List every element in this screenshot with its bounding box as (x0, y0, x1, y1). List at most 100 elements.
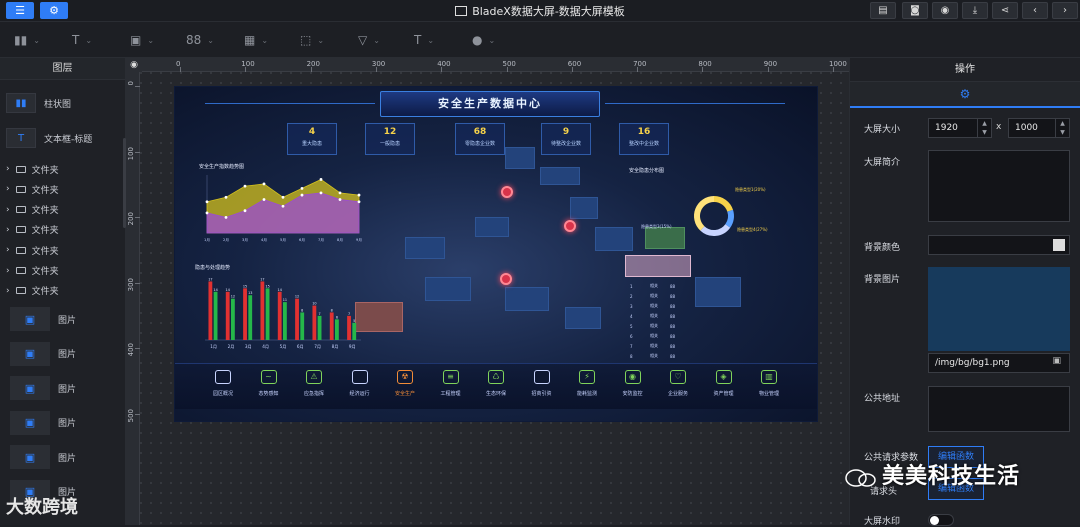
table-cell: 1 (630, 283, 633, 289)
layer-folder[interactable]: › 文件夹 (0, 179, 126, 199)
number-tool[interactable]: 88 ⌄ (186, 33, 214, 47)
intro-textarea[interactable] (928, 150, 1070, 222)
preview-button[interactable]: ◉ (932, 2, 958, 19)
notes-icon: ▤ (878, 5, 888, 16)
filter-tool[interactable]: ▽ ⌄ (358, 33, 380, 47)
watermark-toggle[interactable] (928, 514, 954, 526)
width-stepper[interactable]: ▲ ▼ (977, 119, 991, 137)
back-button[interactable]: ‹ (1022, 2, 1048, 19)
color-swatch-icon[interactable] (1053, 239, 1065, 251)
bar-value-label: 17 (260, 277, 264, 281)
nav-item[interactable]: ≡ 工程管理 (431, 370, 471, 397)
bg-image-preview[interactable] (928, 267, 1070, 351)
table-row: 1 相关 88 (630, 281, 690, 291)
layer-item[interactable]: T 文本框-标题 (0, 125, 126, 151)
folder-label: 文件夹 (31, 226, 59, 237)
table-cell: 3 (630, 303, 633, 309)
bar-chart-tool[interactable]: ▮▮ ⌄ (14, 33, 40, 47)
layer-folder[interactable]: › 文件夹 (0, 220, 126, 240)
pie-label: 隐患类型4(27%) (737, 227, 768, 232)
frame-tool[interactable]: ⬚ ⌄ (300, 33, 324, 47)
bar-x-label: 9月 (349, 344, 356, 350)
image-icon[interactable]: ▣ (1052, 356, 1061, 366)
height-stepper[interactable]: ▲ ▼ (1055, 119, 1069, 137)
nav-item[interactable]: ⚡ 能耗监测 (567, 370, 607, 397)
screenshot-button[interactable]: ◙ (902, 2, 928, 19)
nav-item[interactable]: ☢ 安全生产 (385, 370, 425, 397)
bar-chart-title: 隐患与处理趋势 (195, 265, 231, 271)
layer-image[interactable]: ▣ 图片 (10, 410, 126, 436)
nav-item[interactable]: ◈ 资产管理 (704, 370, 744, 397)
folder-icon (15, 267, 26, 274)
nav-label: 安全生产 (394, 391, 415, 397)
folder-icon (15, 206, 26, 214)
folder-label: 文件夹 (31, 267, 59, 277)
text-tool[interactable]: T ⌄ (72, 33, 92, 47)
table-cell: 2 (630, 293, 633, 299)
layer-folder[interactable]: › 文件夹 (0, 200, 126, 220)
public-addr-textarea[interactable] (928, 386, 1070, 432)
layer-folder[interactable]: › 文件夹 (0, 261, 126, 281)
height-input[interactable]: 1000 ▲ ▼ (1008, 118, 1070, 138)
layer-label: 柱状图 (44, 99, 72, 110)
nav-item[interactable]: 园区概况 (203, 370, 243, 397)
ruler-h-label: 1000 (829, 60, 847, 68)
area-point (281, 195, 285, 199)
layer-folder[interactable]: › 文件夹 (0, 240, 126, 260)
nav-label: 招商引资 (531, 391, 552, 397)
table-cell: 相关 (650, 293, 658, 298)
ruler-h-label: 200 (306, 60, 320, 68)
settings-tab[interactable]: ⚙ (850, 82, 1080, 108)
share-button[interactable]: ⋖ (992, 2, 1018, 19)
layer-image[interactable]: ▣ 图片 (10, 375, 126, 401)
nav-item[interactable]: 经济运行 (340, 370, 380, 397)
bar-value-label: 5 (353, 319, 355, 323)
ruler-h-label: 100 (241, 60, 255, 68)
alert-marker[interactable] (500, 273, 512, 285)
building-block (595, 227, 633, 251)
nav-item[interactable]: ◉ 安防监控 (613, 370, 653, 397)
nav-item[interactable]: ⚠ 应急指挥 (294, 370, 334, 397)
bar-value-label: 7 (348, 312, 350, 316)
notes-button[interactable]: ▤ (870, 2, 896, 19)
width-input[interactable]: 1920 ▲ ▼ (928, 118, 992, 138)
data-table: 1 相关 88 2 相关 88 3 相关 88 4 相关 88 5 相关 88 6 相关 88 7 相关 88 8 相关 88 (630, 281, 690, 361)
toggle-knob (930, 516, 939, 525)
image-tool[interactable]: ▣ ⌄ (130, 33, 154, 47)
ruler-toggle-eye-icon[interactable]: ◉ (126, 58, 142, 72)
info-tool[interactable]: ● ⌄ (472, 33, 495, 47)
alert-marker[interactable] (501, 186, 513, 198)
height-value: 1000 (1015, 123, 1038, 133)
format-tool[interactable]: T ⌄ (414, 33, 434, 47)
folder-icon (15, 287, 26, 295)
bg-image-path-input[interactable]: /img/bg/bg1.png ▣ (928, 353, 1070, 373)
image-label: 图片 (58, 350, 77, 360)
nav-label: 企业服务 (667, 391, 688, 397)
forward-button[interactable]: › (1052, 2, 1078, 19)
area-point (243, 209, 247, 213)
selected-highlight-box[interactable] (625, 255, 691, 277)
dashboard-board[interactable]: 安全生产数据中心 4 重大隐患 12 一般隐患 68 零隐患企业数 9 待整改企业数 16 整改中… (174, 86, 818, 422)
stat-card: 68 零隐患企业数 (455, 123, 505, 155)
layer-image[interactable]: ▣ 图片 (10, 341, 126, 367)
alert-marker[interactable] (564, 220, 576, 232)
layer-folder[interactable]: › 文件夹 (0, 159, 126, 179)
layer-item[interactable]: ▮▮ 柱状图 (0, 90, 126, 116)
bar (231, 298, 235, 340)
bar (300, 312, 305, 340)
bar (208, 281, 213, 340)
nav-item[interactable]: ♺ 生态环保 (476, 370, 516, 397)
nav-item[interactable]: ♡ 企业服务 (658, 370, 698, 397)
nav-item[interactable]: ~ 态势感知 (249, 370, 289, 397)
table-tool[interactable]: ▦ ⌄ (244, 33, 268, 47)
layer-image[interactable]: ▣ 图片 (10, 444, 126, 470)
ruler-v-label: 400 (127, 343, 135, 357)
nav-item[interactable]: 招商引资 (522, 370, 562, 397)
ruler-tick (180, 67, 181, 72)
nav-item[interactable]: ▥ 物业管理 (749, 370, 789, 397)
download-button[interactable]: ⤓ (962, 2, 988, 19)
layer-folder[interactable]: › 文件夹 (0, 281, 126, 301)
bg-color-picker[interactable] (928, 235, 1070, 255)
folder-label: 文件夹 (31, 206, 59, 217)
layer-image[interactable]: ▣ 图片 (10, 306, 126, 332)
